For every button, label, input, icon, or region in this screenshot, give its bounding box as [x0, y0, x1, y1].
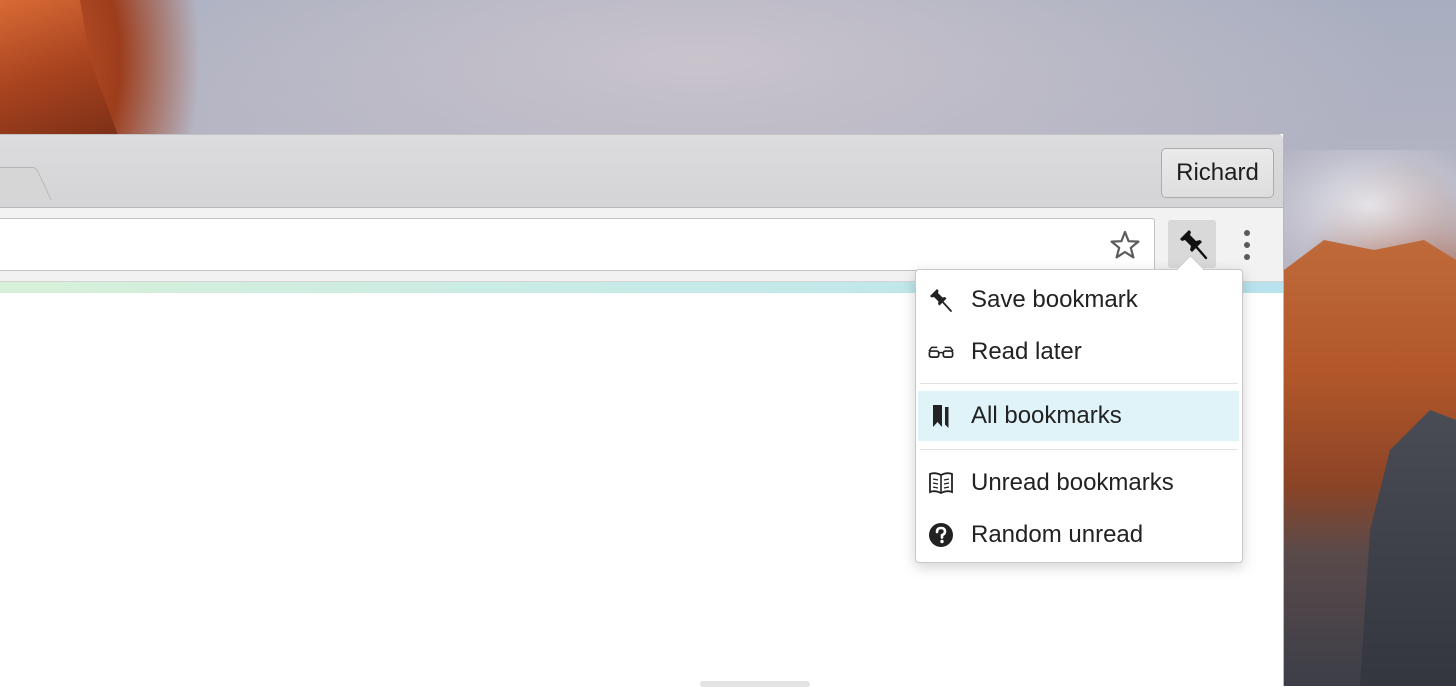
menu-item-read-later[interactable]: Read later	[918, 327, 1239, 377]
menu-item-label: Read later	[971, 338, 1082, 365]
menu-item-label: Save bookmark	[971, 286, 1138, 313]
menu-item-label: Unread bookmarks	[971, 469, 1174, 496]
profile-button[interactable]: Richard	[1161, 148, 1274, 198]
menu-item-label: Random unread	[971, 521, 1144, 548]
wallpaper-cloud	[1284, 150, 1456, 260]
menu-separator	[920, 383, 1238, 384]
browser-tab[interactable]	[0, 167, 52, 200]
question-circle-icon	[928, 522, 954, 548]
address-input[interactable]	[9, 229, 1093, 263]
page-content-fragment	[700, 681, 810, 687]
menu-dot-icon	[1244, 254, 1250, 260]
bookmarks-icon	[928, 403, 954, 429]
open-book-icon	[928, 470, 954, 496]
pushpin-icon	[928, 287, 954, 313]
bookmark-menu-popup: Save bookmark Read later All bookmarks U…	[915, 269, 1243, 563]
bookmark-star-icon[interactable]	[1109, 229, 1141, 261]
menu-item-unread-bookmarks[interactable]: Unread bookmarks	[918, 458, 1239, 508]
pushpin-icon	[1180, 230, 1208, 260]
menu-item-all-bookmarks[interactable]: All bookmarks	[918, 391, 1239, 441]
menu-item-random-unread[interactable]: Random unread	[918, 510, 1239, 560]
menu-dot-icon	[1244, 242, 1250, 248]
menu-item-save-bookmark[interactable]: Save bookmark	[918, 275, 1239, 325]
address-bar[interactable]	[0, 218, 1155, 271]
wallpaper-cliff-left	[0, 0, 118, 140]
glasses-icon	[928, 339, 954, 365]
browser-menu-button[interactable]	[1236, 228, 1258, 262]
menu-separator	[920, 449, 1238, 450]
menu-dot-icon	[1244, 230, 1250, 236]
browser-titlebar: Richard	[0, 134, 1283, 208]
menu-item-label: All bookmarks	[971, 402, 1122, 429]
